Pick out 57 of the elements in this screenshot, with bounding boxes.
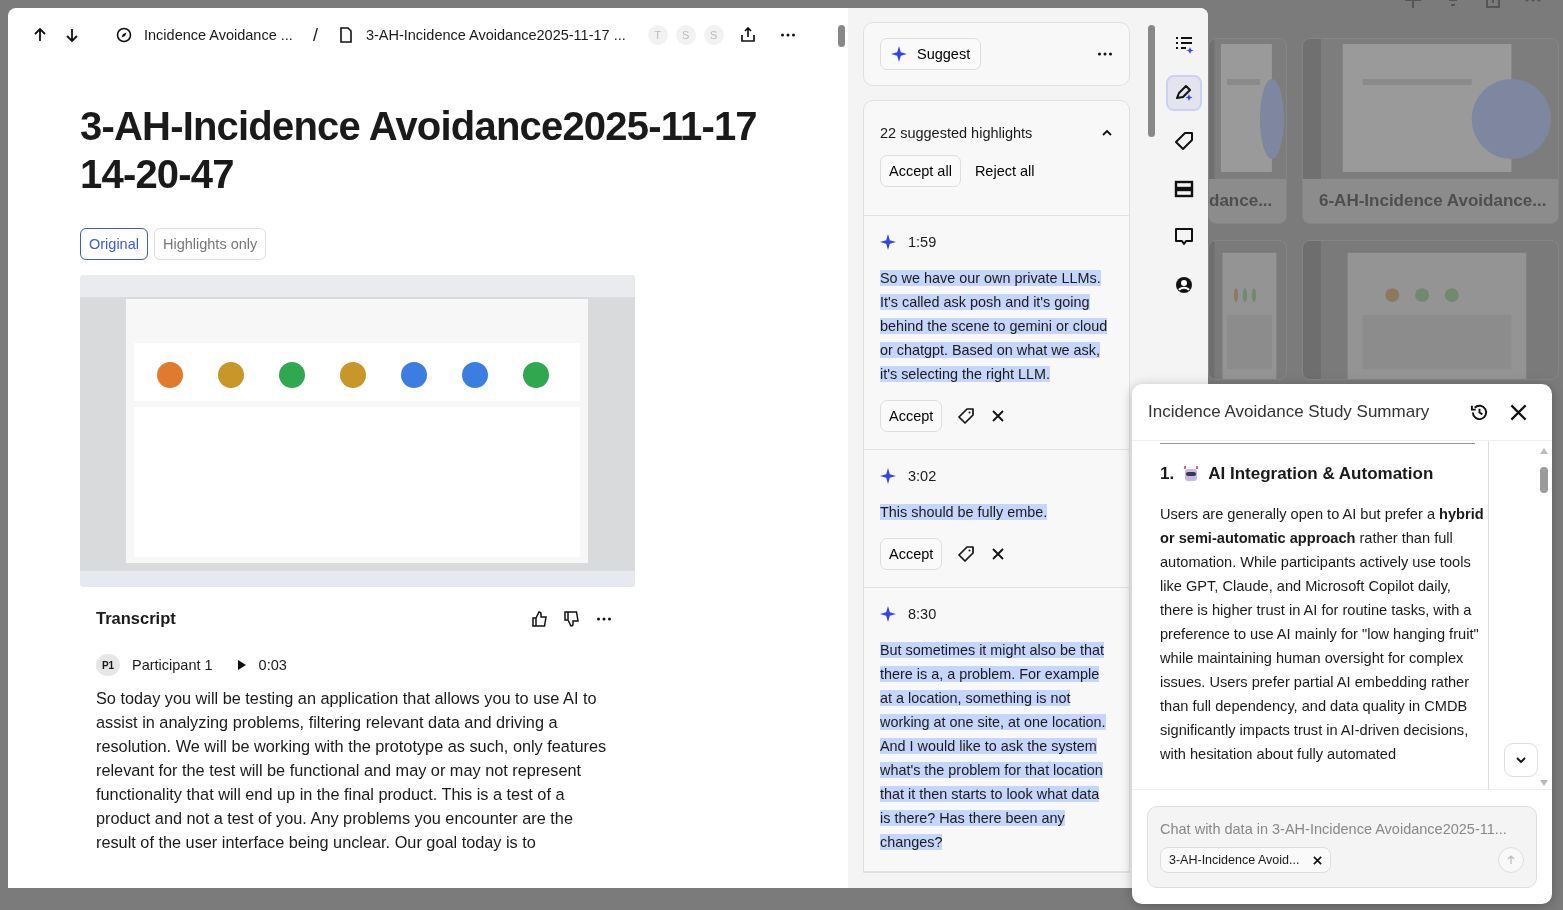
transcript-text: So today you will be testing an application that allows you to use AI to assist in analyzing problems, filtering relevant data and driving a resolution. We will be working with the prototype as such, only features relevant for the test will be functional and may or may not represent functionality that will end up in the final product. This is a test of a product and not a test of you. Any problems you encounter are the result of the user interface being unclear. Our goal today is to: [96, 688, 608, 853]
suggestion-count: 22 suggested highlights: [880, 125, 1033, 141]
play-icon[interactable]: [236, 660, 247, 670]
section-number: 1.: [1160, 464, 1175, 484]
transcript-heading: Transcript: [96, 609, 177, 628]
tag-icon[interactable]: [958, 408, 975, 424]
view-tab[interactable]: Highlights only: [153, 228, 267, 260]
arrow-up-icon: [1506, 855, 1516, 865]
view-tab[interactable]: Original: [80, 228, 148, 260]
close-icon[interactable]: [1313, 855, 1323, 865]
sparkle-icon: [880, 234, 896, 250]
accept-button[interactable]: Accept: [880, 400, 943, 432]
sparkle-icon: [891, 46, 907, 62]
card-title: dance...: [1209, 190, 1274, 212]
highlight-time[interactable]: 3:02: [908, 468, 937, 484]
sparkle-icon: [880, 606, 896, 622]
robot-icon: [1182, 465, 1201, 483]
close-icon[interactable]: [1509, 402, 1528, 422]
highlighted-quote: But sometimes it might also be that there is a, a problem. For example at a location, something is not working at one site, at one location. And I would like to ask the system what's the problem for that location that it then starts to look what data is there? Has there been any changes?: [880, 641, 1107, 852]
highlighted-quote: So we have our own private LLMs. It's called ask posh and it's going behind the scene to gemini or cloud or chatgpt. Based on what we ask, it's selecting the right LLM.: [880, 269, 1109, 384]
highlight-pen-icon[interactable]: [1166, 75, 1202, 111]
document-icon: [337, 27, 354, 43]
thumbs-down-icon[interactable]: [564, 610, 580, 627]
highlighted-quote: This should be fully embe.: [880, 503, 1049, 522]
history-icon[interactable]: [1470, 402, 1489, 422]
arrow-down-icon[interactable]: [64, 27, 80, 43]
panel-title: Incidence Avoidance Study Summary: [1148, 402, 1431, 422]
card-title: 6-AH-Incidence Avoidance...: [1318, 190, 1548, 212]
sparkle-icon: [880, 468, 896, 484]
compass-icon: [116, 27, 132, 43]
thumbs-up-icon[interactable]: [532, 610, 548, 627]
suggest-button[interactable]: Suggest: [880, 38, 982, 70]
close-icon[interactable]: [990, 546, 1007, 562]
share-icon[interactable]: [739, 27, 756, 43]
section-title: AI Integration & Automation: [1208, 464, 1434, 484]
summary-text: Users are generally open to AI but prefer a hybrid or semi-automatic approach rather than full automation. While participants actively use tools like GPT, Claude, and Microsoft Copilot daily, there is higher trust in AI for routine tasks, with a preference to use AI mainly for "low hanging fruit" while maintaining human oversight for complex issues. Users prefer partial AI embedding rather than full dependency, and data quality in CMDB significantly impacts trust in AI-driven decisions, with hesitation about fully automated: [1160, 505, 1485, 764]
accept-all-button[interactable]: Accept all: [880, 155, 961, 187]
highlight-time[interactable]: 1:59: [908, 234, 937, 250]
chevron-down-icon: [1515, 754, 1527, 766]
close-icon[interactable]: [990, 408, 1007, 424]
context-chip[interactable]: 3-AH-Incidence Avoid...: [1160, 847, 1332, 873]
timestamp[interactable]: 0:03: [258, 657, 287, 673]
scrollbar-thumb[interactable]: [1540, 467, 1548, 493]
chat-input[interactable]: Chat with data in 3-AH-Incidence Avoidance2025-11... 3-AH-Incidence Avoid...: [1147, 806, 1537, 888]
tag-icon[interactable]: [958, 546, 975, 562]
breadcrumb-link[interactable]: 3-AH-Incidence Avoidance2025-11-17 ...: [365, 27, 626, 43]
arrow-up-icon[interactable]: [32, 27, 48, 43]
breadcrumb-separator: /: [312, 24, 318, 46]
speaker-badge: P1: [96, 654, 120, 676]
scroll-down-button[interactable]: [1504, 743, 1538, 777]
document-title: 3-AH-Incidence Avoidance2025-11-17 14-20-47: [80, 103, 758, 198]
scrollbar[interactable]: [1538, 447, 1550, 787]
speaker-name: Participant 1: [132, 657, 213, 673]
reject-all-button[interactable]: Reject all: [966, 155, 1043, 187]
breadcrumb-link[interactable]: Incidence Avoidance ...: [144, 27, 293, 43]
highlight-time[interactable]: 8:30: [908, 606, 937, 622]
accept-button[interactable]: Accept: [880, 538, 943, 570]
